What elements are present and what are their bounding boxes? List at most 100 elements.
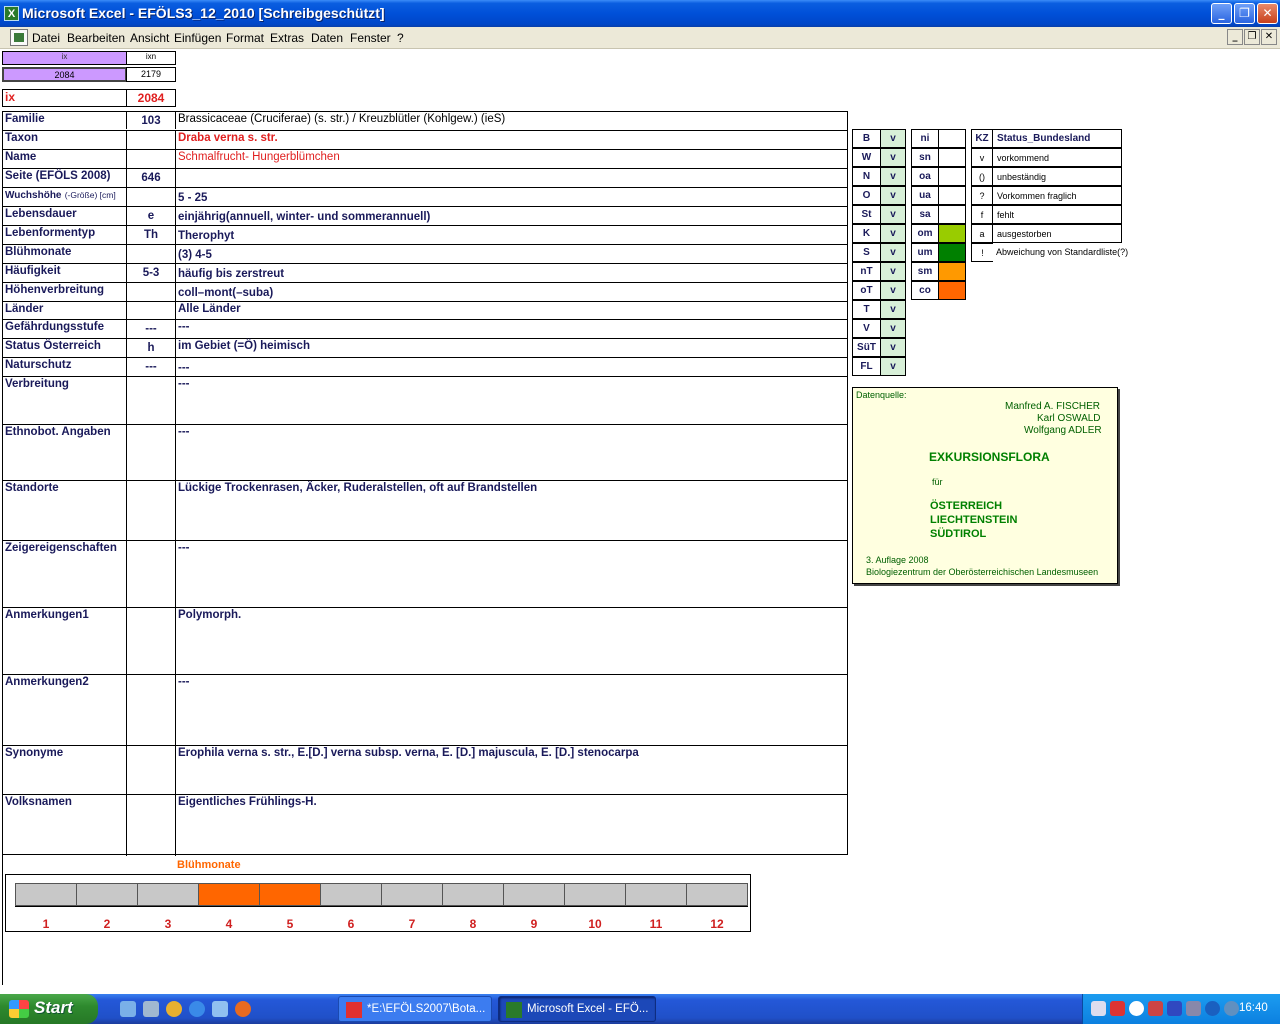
bundesland-code[interactable]: S: [852, 243, 881, 262]
hoehenstufe-color[interactable]: [938, 243, 966, 262]
row-code[interactable]: [127, 245, 176, 263]
bundesland-status[interactable]: v: [880, 205, 906, 224]
start-button[interactable]: Start: [0, 994, 98, 1024]
row-label[interactable]: Gefährdungsstufe: [3, 320, 127, 338]
bundesland-code[interactable]: FL: [852, 357, 881, 376]
hoehenstufe-code[interactable]: ni: [911, 129, 939, 148]
row-value[interactable]: ---: [176, 425, 847, 480]
minimize-button[interactable]: _: [1211, 3, 1232, 24]
menu-format[interactable]: Format: [226, 31, 264, 45]
menu-einfuegen[interactable]: Einfügen: [174, 31, 221, 45]
bundesland-code[interactable]: O: [852, 186, 881, 205]
row-label[interactable]: Familie: [3, 112, 127, 129]
row-value[interactable]: Therophyt: [176, 226, 847, 244]
bundesland-code[interactable]: St: [852, 205, 881, 224]
hoehenstufe-color[interactable]: [938, 129, 966, 148]
row-code[interactable]: [127, 795, 176, 856]
row-code[interactable]: [127, 150, 176, 168]
doc-close-icon[interactable]: ✕: [1261, 29, 1277, 45]
row-label[interactable]: Standorte: [3, 481, 127, 540]
row-code[interactable]: [127, 481, 176, 540]
row-value[interactable]: coll–mont(–suba): [176, 283, 847, 301]
row-label[interactable]: Synonyme: [3, 746, 127, 794]
row-code[interactable]: [127, 746, 176, 794]
menu-daten[interactable]: Daten: [311, 31, 343, 45]
row-label[interactable]: Blühmonate: [3, 245, 127, 263]
tray-icon-2[interactable]: [1110, 1001, 1125, 1016]
row-label[interactable]: Anmerkungen1: [3, 608, 127, 674]
row-label[interactable]: Zeigereigenschaften: [3, 541, 127, 607]
row-value[interactable]: Schmalfrucht- Hungerblümchen: [176, 150, 847, 168]
row-code[interactable]: e: [127, 207, 176, 225]
row-code[interactable]: 5-3: [127, 264, 176, 282]
ix-value-cell[interactable]: 2084: [2, 67, 127, 82]
hoehenstufe-code[interactable]: um: [911, 243, 939, 262]
row-value[interactable]: 5 - 25: [176, 188, 847, 206]
firefox-icon[interactable]: [235, 1001, 251, 1017]
row-code[interactable]: [127, 188, 176, 206]
media-player-icon[interactable]: [166, 1001, 182, 1017]
row-label[interactable]: Lebenformentyp: [3, 226, 127, 244]
row-code[interactable]: Th: [127, 226, 176, 244]
bundesland-status[interactable]: v: [880, 338, 906, 357]
row-label[interactable]: Naturschutz: [3, 358, 127, 376]
row-value[interactable]: Alle Länder: [176, 302, 847, 319]
row-label[interactable]: Taxon: [3, 131, 127, 149]
row-value[interactable]: ---: [176, 675, 847, 745]
bundesland-code[interactable]: B: [852, 129, 881, 148]
row-code[interactable]: [127, 675, 176, 745]
menu-ansicht[interactable]: Ansicht: [130, 31, 169, 45]
row-code[interactable]: 646: [127, 169, 176, 187]
row-code[interactable]: [127, 541, 176, 607]
hoehenstufe-code[interactable]: ua: [911, 186, 939, 205]
hoehenstufe-code[interactable]: sa: [911, 205, 939, 224]
ix-big-value-cell[interactable]: 2084: [126, 89, 176, 107]
ixn-value-cell[interactable]: 2179: [126, 67, 176, 82]
row-value[interactable]: ---: [176, 541, 847, 607]
doc-minimize-icon[interactable]: _: [1227, 29, 1243, 45]
tray-icon-4[interactable]: [1148, 1001, 1163, 1016]
row-value[interactable]: im Gebiet (=Ö) heimisch: [176, 339, 847, 357]
bundesland-code[interactable]: K: [852, 224, 881, 243]
menu-extras[interactable]: Extras: [270, 31, 304, 45]
row-value[interactable]: [176, 169, 847, 187]
close-button[interactable]: ✕: [1257, 3, 1278, 24]
row-code[interactable]: [127, 608, 176, 674]
row-label[interactable]: Volksnamen: [3, 795, 127, 856]
task-excel[interactable]: Microsoft Excel - EFÖ...: [498, 996, 656, 1022]
bundesland-status[interactable]: v: [880, 148, 906, 167]
info-tray-icon[interactable]: [1205, 1001, 1220, 1016]
hoehenstufe-code[interactable]: co: [911, 281, 939, 300]
doc-restore-icon[interactable]: ❐: [1244, 29, 1260, 45]
row-code[interactable]: ---: [127, 320, 176, 338]
bundesland-code[interactable]: W: [852, 148, 881, 167]
bundesland-status[interactable]: v: [880, 357, 906, 376]
row-label[interactable]: Verbreitung: [3, 377, 127, 424]
row-value[interactable]: häufig bis zerstreut: [176, 264, 847, 282]
hoehenstufe-color[interactable]: [938, 186, 966, 205]
row-code[interactable]: [127, 425, 176, 480]
menu-help[interactable]: ?: [397, 31, 404, 45]
task-editor[interactable]: *E:\EFÖLS2007\Bota...: [338, 996, 492, 1022]
outlook-icon[interactable]: [212, 1001, 228, 1017]
bundesland-status[interactable]: v: [880, 129, 906, 148]
worksheet[interactable]: ix ixn 2084 2179 ix 2084 Familie 103 Brass…: [0, 49, 1280, 989]
row-label[interactable]: Länder: [3, 302, 127, 319]
row-value[interactable]: einjährig(annuell, winter- und sommerann…: [176, 207, 847, 225]
row-label[interactable]: Lebensdauer: [3, 207, 127, 225]
row-value[interactable]: Erophila verna s. str., E.[D.] verna sub…: [176, 746, 847, 794]
hoehenstufe-code[interactable]: om: [911, 224, 939, 243]
search-tray-icon[interactable]: [1129, 1001, 1144, 1016]
row-label[interactable]: Höhenverbreitung: [3, 283, 127, 301]
bundesland-status[interactable]: v: [880, 243, 906, 262]
menu-bearbeiten[interactable]: Bearbeiten: [67, 31, 125, 45]
hoehenstufe-code[interactable]: sn: [911, 148, 939, 167]
quicklaunch-icon-2[interactable]: [143, 1001, 159, 1017]
row-code[interactable]: [127, 377, 176, 424]
row-value[interactable]: ---: [176, 320, 847, 338]
row-value[interactable]: Lückige Trockenrasen, Äcker, Ruderalstel…: [176, 481, 847, 540]
menu-fenster[interactable]: Fenster: [350, 31, 391, 45]
bundesland-code[interactable]: V: [852, 319, 881, 338]
internet-explorer-icon[interactable]: [189, 1001, 205, 1017]
row-code[interactable]: ---: [127, 358, 176, 376]
